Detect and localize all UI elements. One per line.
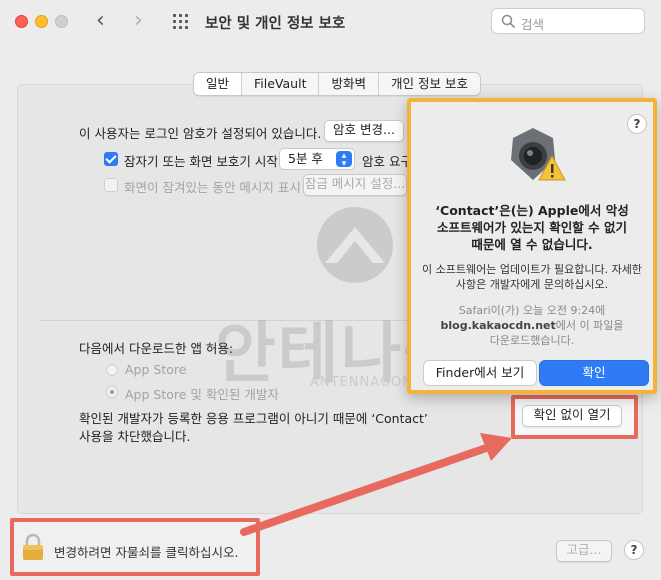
zoom-window-button[interactable] bbox=[55, 15, 68, 28]
search-placeholder: 검색 bbox=[521, 17, 545, 32]
lock-text: 변경하려면 자물쇠를 클릭하십시오. bbox=[54, 545, 239, 560]
dialog-source-line1: Safari이(가) 오늘 오전 9:24에 bbox=[458, 304, 606, 317]
forward-chevron-icon[interactable]: › bbox=[134, 9, 143, 33]
tab-filevault[interactable]: FileVault bbox=[242, 73, 320, 95]
show-all-grid-icon[interactable] bbox=[173, 14, 189, 30]
window-title: 보안 및 개인 정보 보호 bbox=[205, 16, 346, 32]
dialog-body-line1: 이 소프트웨어는 업데이트가 필요합니다. 자세한 bbox=[422, 263, 642, 276]
dialog-body-line2: 사항은 개발자에게 문의하십시오. bbox=[455, 278, 609, 291]
password-status-text: 이 사용자는 로그인 암호가 설정되어 있습니다. bbox=[79, 126, 322, 141]
dialog-source-host: blog.kakaocdn.net bbox=[440, 319, 556, 332]
dialog-body: 이 소프트웨어는 업데이트가 필요합니다. 자세한 사항은 개발자에게 문의하십… bbox=[421, 262, 643, 292]
open-anyway-button[interactable]: 확인 없이 열기 bbox=[522, 405, 622, 427]
tab-bar: 일반 FileVault 방화벽 개인 정보 보호 bbox=[193, 72, 481, 96]
blocked-app-text-line1: 확인된 개발자가 등록한 응용 프로그램이 아니기 때문에 ‘Contact’ bbox=[79, 411, 428, 426]
radio-app-store-label: App Store bbox=[125, 362, 187, 377]
dialog-title-line1: ‘Contact’은(는) Apple에서 악성 bbox=[435, 203, 629, 218]
radio-app-store[interactable] bbox=[106, 364, 118, 376]
download-heading: 다음에서 다운로드한 앱 허용: bbox=[79, 341, 234, 356]
blocked-app-text-line2: 사용을 차단했습니다. bbox=[79, 429, 191, 444]
close-window-button[interactable] bbox=[15, 15, 28, 28]
dialog-source-line2: blog.kakaocdn.net에서 이 파일을 bbox=[421, 318, 643, 333]
dialog-title-line2: 소프트웨어가 있는지 확인할 수 없기 bbox=[437, 220, 627, 235]
back-chevron-icon[interactable]: ‹ bbox=[96, 9, 105, 33]
sleep-delay-select[interactable]: 5분 후 ▴ ▾ bbox=[279, 148, 355, 170]
ok-button[interactable]: 확인 bbox=[539, 360, 649, 386]
dialog-help-button[interactable]: ? bbox=[627, 114, 647, 134]
dialog-source: Safari이(가) 오늘 오전 9:24에 blog.kakaocdn.net… bbox=[421, 303, 643, 348]
require-password-suffix: 암호 요구 bbox=[362, 154, 407, 169]
require-password-checkbox[interactable] bbox=[104, 152, 118, 166]
dialog-source-line3: 다운로드했습니다. bbox=[489, 334, 575, 347]
select-updown-icon: ▴ ▾ bbox=[336, 151, 352, 169]
sleep-delay-value: 5분 후 bbox=[288, 151, 323, 166]
radio-app-store-developers-label: App Store 및 확인된 개발자 bbox=[125, 387, 279, 402]
advanced-button[interactable]: 고급... bbox=[556, 540, 612, 562]
section-divider bbox=[40, 320, 430, 321]
dialog-title: ‘Contact’은(는) Apple에서 악성 소프트웨어가 있는지 확인할 … bbox=[421, 202, 643, 253]
malware-warning-dialog: ? ‘Contact’은(는) Apple에서 악성 소프트웨어가 있는지 확인… bbox=[407, 98, 657, 394]
minimize-window-button[interactable] bbox=[35, 15, 48, 28]
dialog-title-line3: 때문에 열 수 없습니다. bbox=[471, 237, 593, 252]
toolbar: ‹ › 보안 및 개인 정보 보호 검색 bbox=[0, 0, 661, 44]
lock-message-label: 화면이 잠겨있는 동안 메시지 표시 bbox=[124, 180, 301, 195]
help-button[interactable]: ? bbox=[624, 540, 644, 560]
gatekeeper-warning-icon bbox=[511, 128, 566, 181]
radio-app-store-developers[interactable] bbox=[106, 386, 118, 398]
search-input[interactable]: 검색 bbox=[491, 8, 645, 34]
lock-icon[interactable] bbox=[22, 533, 44, 561]
set-lock-message-button[interactable]: 잠금 메시지 설정... bbox=[303, 174, 407, 196]
tab-privacy[interactable]: 개인 정보 보호 bbox=[379, 73, 480, 95]
tab-general[interactable]: 일반 bbox=[194, 73, 243, 95]
sleep-label: 잠자기 또는 화면 보호기 시작 bbox=[124, 154, 278, 169]
tab-firewall[interactable]: 방화벽 bbox=[319, 73, 379, 95]
search-icon bbox=[501, 14, 515, 28]
change-password-button[interactable]: 암호 변경... bbox=[324, 120, 404, 142]
dialog-source-line2-suffix: 에서 이 파일을 bbox=[555, 319, 624, 332]
show-in-finder-button[interactable]: Finder에서 보기 bbox=[423, 360, 537, 386]
show-message-checkbox[interactable] bbox=[104, 178, 118, 192]
